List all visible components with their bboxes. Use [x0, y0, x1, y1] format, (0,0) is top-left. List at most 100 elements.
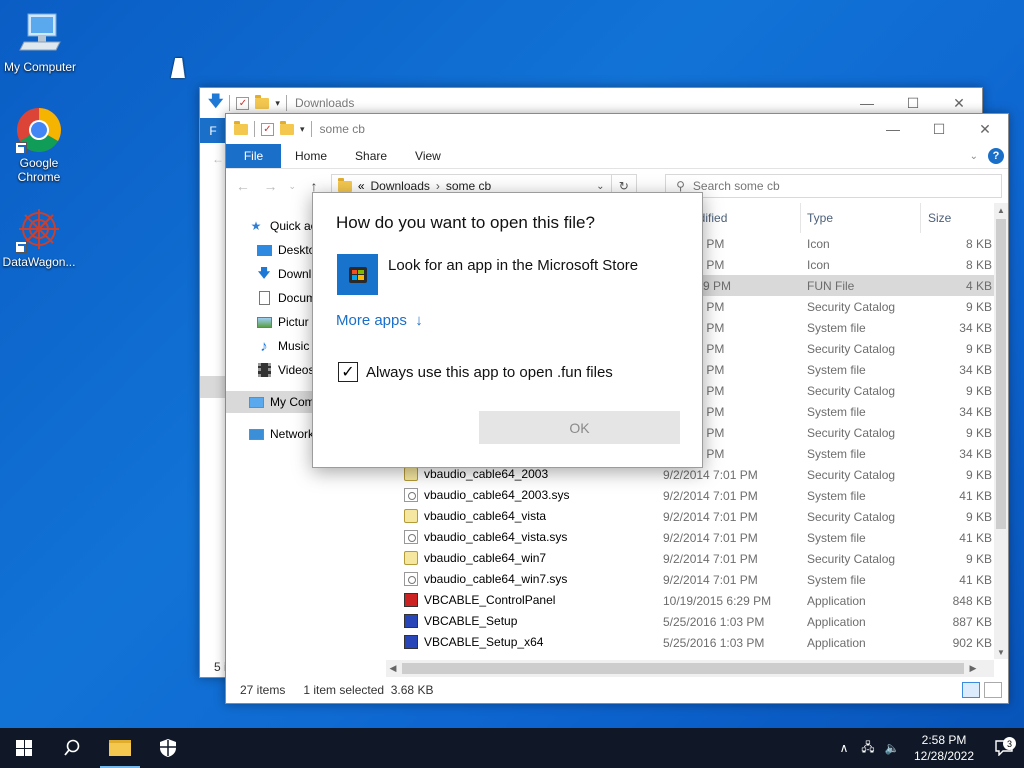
details-view-button[interactable]: [962, 682, 980, 698]
breadcrumb-downloads[interactable]: Downloads: [371, 179, 430, 193]
notifications-button[interactable]: 3: [984, 737, 1024, 756]
file-size: 9 KB: [965, 468, 992, 482]
shortcut-arrow-icon: [15, 241, 27, 253]
network-status-icon[interactable]: 🖧: [856, 738, 880, 759]
horizontal-scrollbar[interactable]: ◀ ▶: [386, 660, 994, 677]
column-type[interactable]: Type: [807, 211, 833, 225]
expand-ribbon-icon[interactable]: ⌄: [970, 151, 978, 162]
start-button[interactable]: [0, 728, 48, 768]
file-size: 9 KB: [965, 510, 992, 524]
title-bar[interactable]: ✓ ▾ some cb — ☐ ✕: [226, 114, 1008, 144]
file-row[interactable]: VBCABLE_Setup_x64 5/25/2016 1:03 PM Applic…: [386, 632, 994, 653]
sys-icon: [404, 530, 418, 544]
nav-item-quick-access[interactable]: ★ Quick ac: [248, 215, 317, 237]
tab-home[interactable]: Home: [281, 144, 341, 168]
file-explorer-button[interactable]: [96, 728, 144, 768]
clock[interactable]: 2:58 PM 12/28/2022: [904, 732, 984, 764]
recent-locations-icon[interactable]: ⌄: [287, 181, 297, 192]
store-option-label[interactable]: Look for an app in the Microsoft Store: [388, 257, 638, 274]
nav-item-network[interactable]: Network: [248, 423, 314, 445]
new-folder-icon[interactable]: [280, 120, 294, 135]
ok-button[interactable]: OK: [479, 411, 680, 444]
column-size[interactable]: Size: [928, 211, 951, 225]
volume-icon[interactable]: 🔈: [880, 741, 904, 755]
minimize-button[interactable]: —: [870, 114, 916, 144]
file-row[interactable]: vbaudio_cable64_win7.sys 9/2/2014 7:01 PM…: [386, 569, 994, 590]
folder-icon: [337, 177, 352, 192]
file-row[interactable]: vbaudio_cable64_vista.sys 9/2/2014 7:01 P…: [386, 527, 994, 548]
file-name[interactable]: VBCABLE_Setup: [404, 614, 517, 628]
breadcrumb-some-cb[interactable]: some cb: [446, 179, 491, 193]
file-name[interactable]: vbaudio_cable64_vista.sys: [404, 530, 567, 544]
file-row[interactable]: vbaudio_cable64_vista 9/2/2014 7:01 PM Sec…: [386, 506, 994, 527]
file-size: 41 KB: [959, 489, 992, 503]
properties-icon[interactable]: ✓: [236, 96, 250, 110]
download-icon: 🡇: [257, 265, 271, 280]
file-name[interactable]: vbaudio_cable64_win7.sys: [404, 572, 567, 586]
search-button[interactable]: [48, 728, 96, 768]
file-size: 41 KB: [959, 573, 992, 587]
file-type: Security Catalog: [807, 300, 896, 314]
microsoft-store-icon[interactable]: [337, 254, 378, 295]
file-name[interactable]: vbaudio_cable64_2003.sys: [404, 488, 569, 502]
desktop-icon-label: DataWagon...: [2, 255, 76, 269]
more-apps-link[interactable]: More apps ↓: [336, 312, 423, 329]
always-use-checkbox[interactable]: ✓: [338, 362, 358, 382]
nav-item-videos[interactable]: Videos: [256, 359, 314, 381]
file-name[interactable]: vbaudio_cable64_vista: [404, 509, 546, 523]
scroll-down-icon[interactable]: ▼: [994, 645, 1008, 659]
address-dropdown-icon[interactable]: ⌄: [596, 181, 604, 192]
desktop-icon-datawagon[interactable]: DataWagon...: [0, 205, 79, 269]
back-arrow-icon[interactable]: ←: [212, 152, 224, 166]
file-type: Security Catalog: [807, 342, 896, 356]
file-date: 9/2/2014 7:01 PM: [663, 531, 758, 545]
customize-quick-access-icon[interactable]: ▾: [300, 124, 305, 135]
large-icons-view-button[interactable]: [984, 682, 1002, 698]
desktop-icon-google-chrome[interactable]: Google Chrome: [0, 106, 79, 184]
maximize-button[interactable]: ☐: [916, 114, 962, 144]
forward-button[interactable]: →: [260, 178, 282, 194]
scroll-right-icon[interactable]: ▶: [966, 660, 980, 677]
close-button[interactable]: ✕: [962, 114, 1008, 144]
nav-item-pictures[interactable]: Pictur: [256, 311, 309, 333]
tab-view[interactable]: View: [401, 144, 455, 168]
scroll-up-icon[interactable]: ▲: [994, 203, 1008, 217]
always-use-label[interactable]: Always use this app to open .fun files: [366, 364, 613, 381]
music-icon: ♪: [260, 337, 268, 355]
file-row[interactable]: vbaudio_cable64_win7 9/2/2014 7:01 PM Secu…: [386, 548, 994, 569]
file-size: 9 KB: [965, 384, 992, 398]
help-icon[interactable]: ?: [988, 148, 1004, 164]
status-selection: 1 item selected 3.68 KB: [303, 683, 434, 697]
file-row[interactable]: VBCABLE_ControlPanel 10/19/2015 6:29 PM Ap…: [386, 590, 994, 611]
tab-file[interactable]: File: [226, 144, 281, 168]
back-button[interactable]: ←: [232, 178, 254, 194]
arrow-down-icon: ↓: [415, 312, 423, 329]
scrollbar-thumb[interactable]: [996, 219, 1006, 529]
sys-icon: [404, 488, 418, 502]
vertical-scrollbar[interactable]: ▲ ▼: [994, 203, 1008, 659]
scroll-left-icon[interactable]: ◀: [386, 660, 400, 677]
show-hidden-icons-icon[interactable]: ∧: [832, 741, 856, 755]
breadcrumb-overflow-icon[interactable]: «: [358, 179, 365, 193]
desktop-icon-my-computer[interactable]: My Computer: [0, 10, 80, 74]
file-row[interactable]: VBCABLE_Setup 5/25/2016 1:03 PM Applicatio…: [386, 611, 994, 632]
new-folder-icon[interactable]: [255, 94, 270, 109]
file-row[interactable]: vbaudio_cable64_2003.sys 9/2/2014 7:01 PM…: [386, 485, 994, 506]
properties-icon[interactable]: ✓: [261, 122, 274, 136]
file-size: 9 KB: [965, 342, 992, 356]
windows-security-button[interactable]: [144, 728, 192, 768]
nav-item-documents[interactable]: Docum: [256, 287, 316, 309]
search-input[interactable]: ⚲ Search some cb: [665, 174, 1003, 198]
file-name[interactable]: vbaudio_cable64_win7: [404, 551, 546, 565]
customize-quick-access-icon[interactable]: ▾: [275, 98, 280, 109]
nav-item-downloads[interactable]: 🡇 Downl: [256, 263, 312, 285]
open-with-dialog[interactable]: How do you want to open this file? Look …: [312, 192, 703, 468]
scrollbar-thumb[interactable]: [402, 663, 964, 674]
tab-share[interactable]: Share: [341, 144, 401, 168]
file-tab[interactable]: F: [200, 118, 226, 143]
nav-item-music[interactable]: ♪ Music: [256, 335, 309, 357]
file-name[interactable]: VBCABLE_Setup_x64: [404, 635, 543, 649]
video-icon: [256, 363, 272, 377]
file-name[interactable]: vbaudio_cable64_2003: [404, 467, 548, 481]
file-name[interactable]: VBCABLE_ControlPanel: [404, 593, 555, 607]
